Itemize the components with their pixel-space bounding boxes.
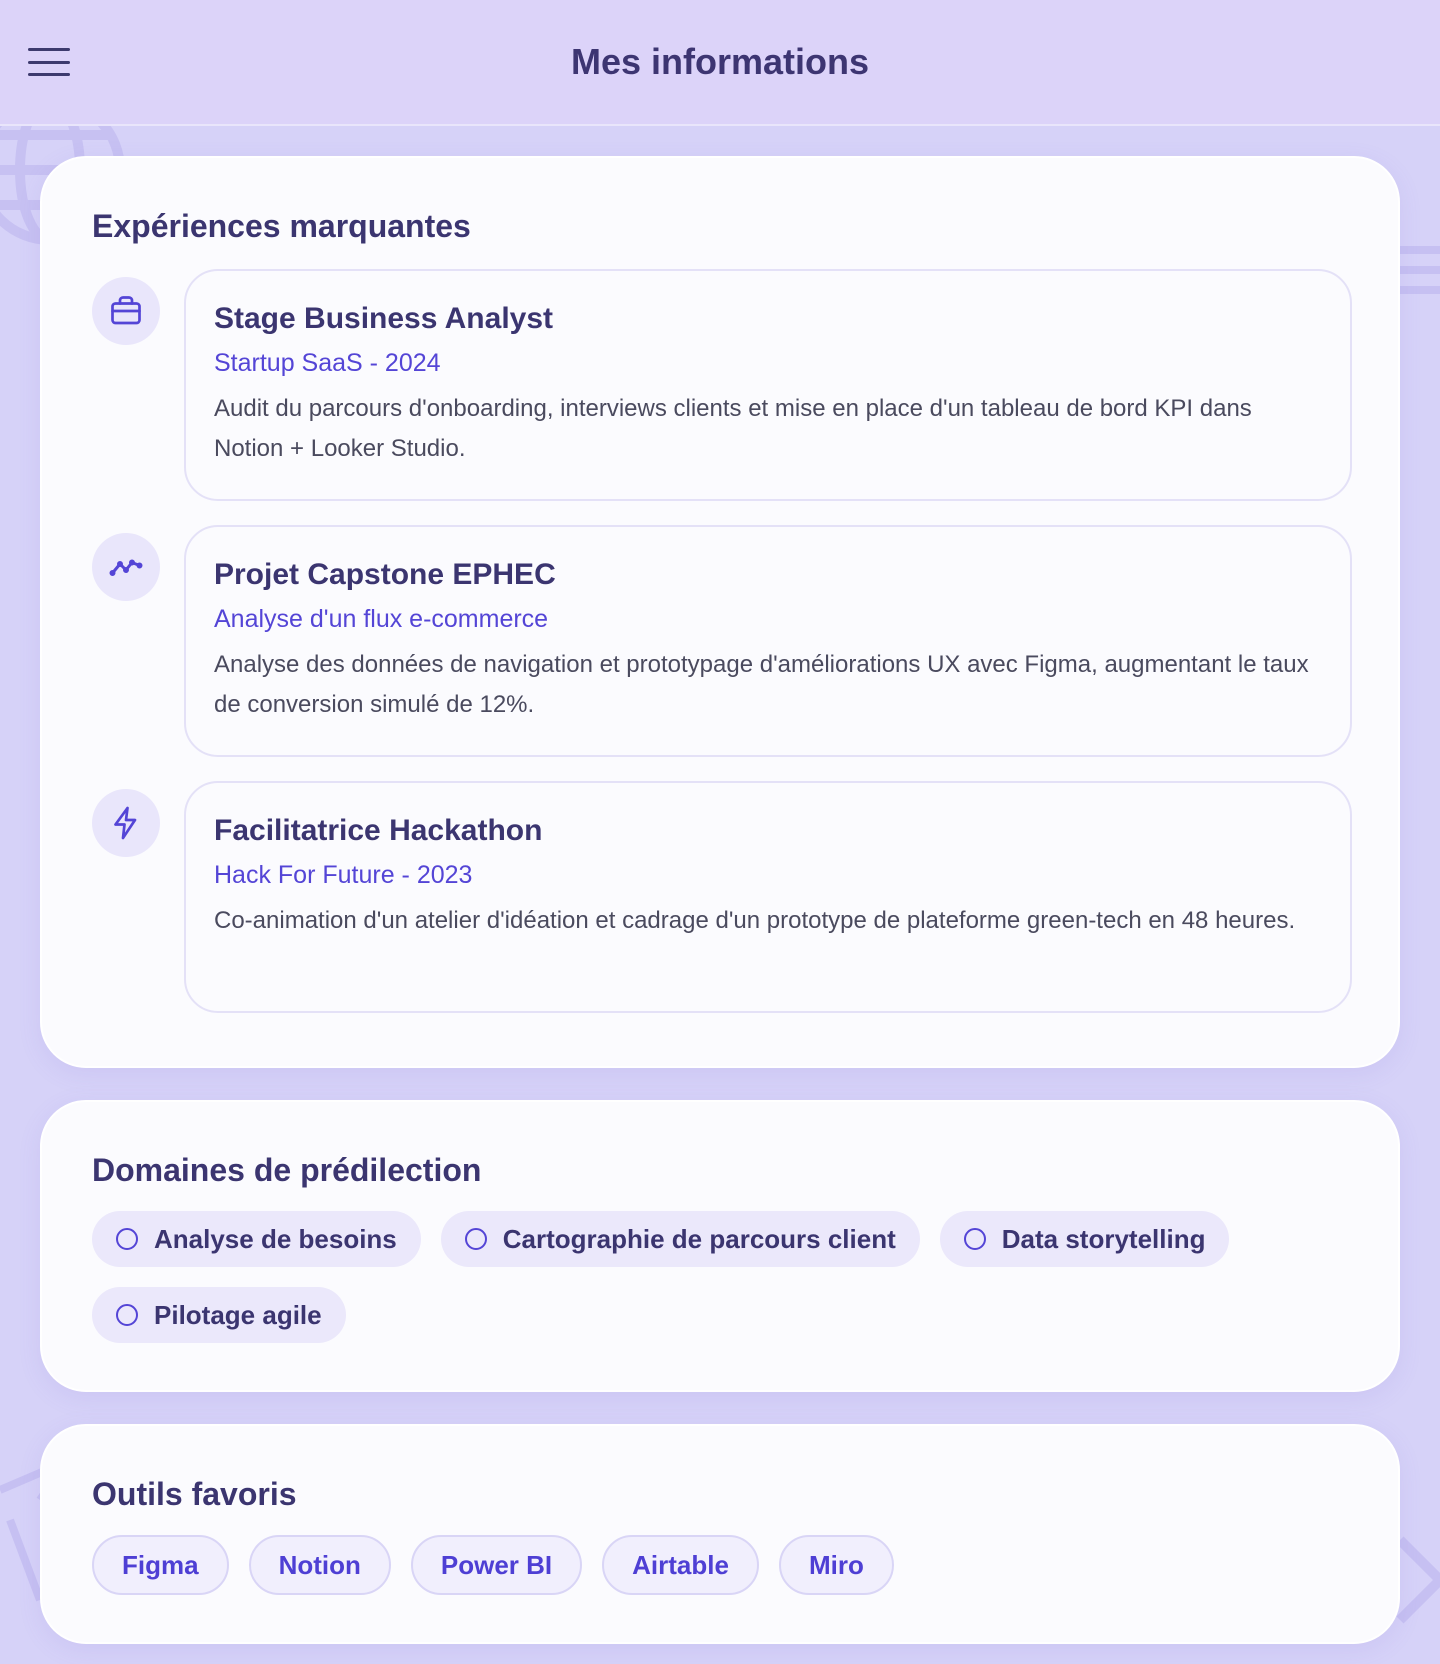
experience-subtitle: Startup SaaS - 2024 [214, 349, 441, 377]
tools-chip-list: Figma Notion Power BI Airtable Miro [92, 1535, 1348, 1595]
tools-title: Outils favoris [92, 1476, 297, 1512]
experience-item: Projet Capstone EPHEC Analyse d'un flux … [92, 525, 1352, 757]
domain-chip[interactable]: Cartographie de parcours client [440, 1211, 920, 1267]
tool-chip-airtable[interactable]: Airtable [602, 1535, 759, 1595]
domain-chip-label: Cartographie de parcours client [502, 1223, 896, 1254]
top-bar: Mes informations [0, 0, 1440, 126]
experience-card[interactable]: Projet Capstone EPHEC Analyse d'un flux … [184, 525, 1352, 757]
briefcase-icon [92, 277, 160, 345]
tool-chip-figma[interactable]: Figma [92, 1535, 229, 1595]
circle-icon [464, 1228, 487, 1250]
trend-line-icon [92, 533, 160, 601]
circle-icon [116, 1304, 138, 1326]
experience-description: Audit du parcours d'onboarding, intervie… [214, 395, 1252, 462]
circle-icon [963, 1228, 986, 1250]
domain-chip-label: Pilotage agile [154, 1299, 322, 1330]
experience-item: Stage Business Analyst Startup SaaS - 20… [92, 269, 1352, 501]
experience-subtitle: Hack For Future - 2023 [214, 861, 473, 889]
domain-chip[interactable]: Analyse de besoins [92, 1211, 421, 1267]
tools-card: Outils favoris Figma Notion Power BI Air… [40, 1424, 1400, 1644]
domain-chip[interactable]: Pilotage agile [92, 1287, 346, 1343]
experience-title: Stage Business Analyst [214, 302, 554, 335]
page-title: Mes informations [570, 41, 870, 82]
experiences-title: Expériences marquantes [92, 208, 471, 244]
domain-chip-label: Analyse de besoins [154, 1223, 397, 1254]
experience-item: Facilitatrice Hackathon Hack For Future … [92, 781, 1352, 1013]
experience-description: Analyse des données de navigation et pro… [214, 651, 1309, 718]
domain-chip[interactable]: Data storytelling [939, 1211, 1230, 1267]
experience-title: Facilitatrice Hackathon [214, 814, 543, 847]
hamburger-menu-icon[interactable] [28, 48, 70, 76]
experience-card[interactable]: Facilitatrice Hackathon Hack For Future … [184, 781, 1352, 1013]
circle-icon [116, 1228, 138, 1250]
lightning-icon [92, 789, 160, 857]
tool-chip-power-bi[interactable]: Power BI [410, 1535, 583, 1595]
tool-chip-notion[interactable]: Notion [248, 1535, 391, 1595]
domains-title: Domaines de prédilection [92, 1152, 482, 1188]
experiences-card: Expériences marquantes Stage Business An… [40, 156, 1400, 1068]
tool-chip-miro[interactable]: Miro [778, 1535, 894, 1595]
page: Mes informations Expériences marquantes … [0, 0, 1440, 1664]
experience-card[interactable]: Stage Business Analyst Startup SaaS - 20… [184, 269, 1352, 501]
experience-subtitle: Analyse d'un flux e-commerce [214, 605, 549, 633]
domains-card: Domaines de prédilection Analyse de beso… [40, 1100, 1400, 1392]
experience-description: Co-animation d'un atelier d'idéation et … [214, 907, 1296, 934]
domain-chip-label: Data storytelling [1001, 1223, 1206, 1254]
domains-chip-list: Analyse de besoins Cartographie de parco… [92, 1211, 1348, 1343]
experience-title: Projet Capstone EPHEC [214, 558, 556, 591]
